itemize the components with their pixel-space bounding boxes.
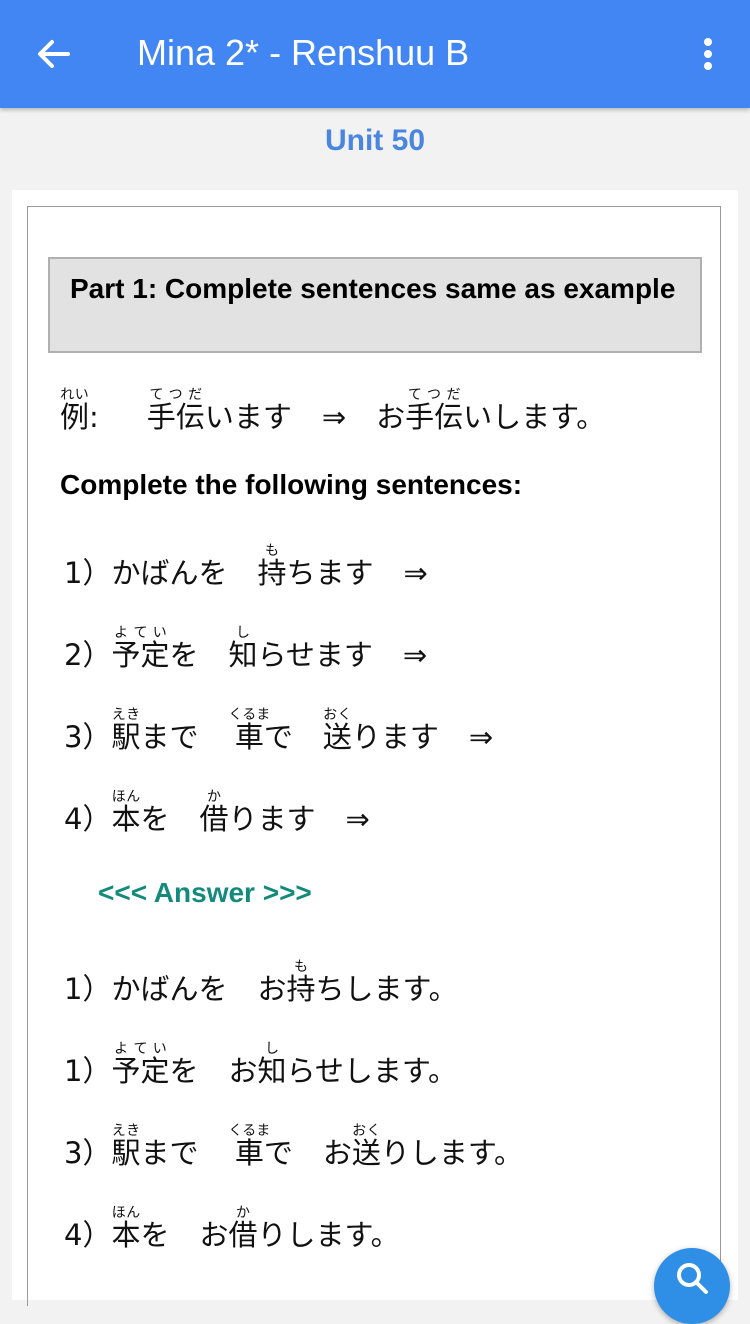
answer-4: 4）本ほんを お借かりします。 (64, 1205, 400, 1252)
search-fab-button[interactable] (654, 1248, 730, 1324)
example-line: 例れい: 手伝てつだいます ⇒ お手伝てつだいします。 (60, 387, 606, 434)
arrow-icon: ⇒ (345, 802, 370, 836)
question-3: 3）駅えきまで 車くるまで 送おくります ⇒ (64, 707, 494, 754)
unit-title: Unit 50 (324, 124, 426, 157)
question-4: 4）本ほんを 借かります ⇒ (64, 789, 370, 836)
arrow-icon: ⇒ (403, 556, 428, 590)
example-verb: 手伝てつだ (146, 387, 205, 434)
question-1: 1）かばんを 持もちます ⇒ (64, 543, 428, 590)
arrow-icon: ⇒ (402, 638, 428, 672)
arrow-icon: ⇒ (321, 400, 347, 434)
instruction-text: Complete the following sentences: (60, 469, 523, 500)
arrow-icon: ⇒ (468, 720, 494, 754)
answer-toggle-link[interactable]: <<< Answer >>> (98, 877, 312, 909)
example-label: 例れい (60, 387, 90, 434)
app-bar-title: Mina 2* - Renshuu B (137, 32, 470, 73)
question-2: 2）予定よていを 知しらせます ⇒ (64, 625, 428, 672)
arrow-left-icon[interactable] (30, 30, 78, 78)
answer-2: 1）予定よていを お知しらせします。 (64, 1041, 458, 1088)
content-frame: Part 1: Complete sentences same as examp… (27, 206, 721, 1306)
answer-3: 3）駅えきまで 車くるまで お送おくりします。 (64, 1123, 524, 1170)
more-vertical-icon[interactable] (690, 34, 726, 74)
answer-1: 1）かばんを お持もちします。 (64, 959, 458, 1006)
content-card: Part 1: Complete sentences same as examp… (12, 190, 738, 1306)
example-answer-verb: 手伝てつだ (405, 387, 464, 434)
app-bar: Mina 2* - Renshuu B (0, 0, 750, 108)
part-header: Part 1: Complete sentences same as examp… (48, 257, 702, 353)
search-icon (677, 1263, 708, 1294)
